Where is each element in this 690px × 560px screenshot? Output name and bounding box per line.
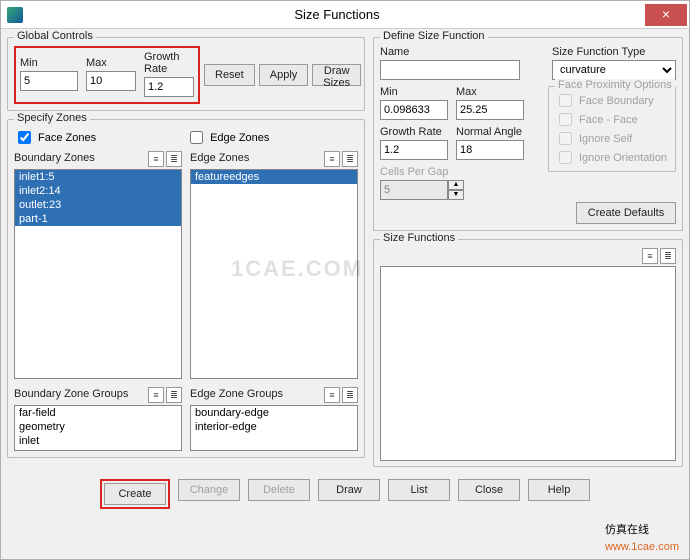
spinner-down-icon: ▼ (448, 190, 464, 200)
spinner-up-icon: ▲ (448, 180, 464, 190)
edge-zones-label: Edge Zones (210, 132, 269, 144)
list-item[interactable]: far-field (15, 406, 181, 420)
watermark-footer: 仿真在线 www.1cae.com (605, 520, 679, 553)
select-all-icon[interactable]: ≡ (148, 151, 164, 167)
edge-zone-groups-label: Edge Zone Groups (190, 388, 283, 400)
body: Global Controls Min Max (1, 29, 689, 473)
apply-button[interactable]: Apply (259, 64, 309, 86)
list-item[interactable]: geometry (15, 420, 181, 434)
edge-zones-list-label: Edge Zones (190, 152, 249, 164)
def-gr-label: Growth Rate (380, 126, 448, 138)
face-proximity-group: Face Proximity Options Face Boundary Fac… (548, 86, 676, 172)
window: Size Functions × Global Controls Min (0, 0, 690, 560)
global-min-label: Min (20, 57, 78, 69)
change-button: Change (178, 479, 240, 501)
help-button[interactable]: Help (528, 479, 590, 501)
global-controls-title: Global Controls (14, 30, 96, 42)
specify-zones-title: Specify Zones (14, 112, 90, 124)
def-max-input[interactable] (456, 100, 524, 120)
titlebar: Size Functions × (1, 1, 689, 29)
list-item[interactable]: inlet2:14 (15, 184, 181, 198)
watermark-cn: 仿真在线 (605, 524, 649, 536)
boundary-zone-groups-label: Boundary Zone Groups (14, 388, 128, 400)
select-all-icon[interactable]: ≡ (642, 248, 658, 264)
reset-button[interactable]: Reset (204, 64, 255, 86)
list-item[interactable]: inlet (15, 434, 181, 448)
fp-face-face: Face - Face (555, 110, 669, 129)
edge-zones-check[interactable] (190, 131, 203, 144)
draw-button[interactable]: Draw (318, 479, 380, 501)
close-footer-button[interactable]: Close (458, 479, 520, 501)
delete-button: Delete (248, 479, 310, 501)
global-controls-group: Global Controls Min Max (7, 37, 365, 111)
normal-angle-input[interactable] (456, 140, 524, 160)
select-all-icon[interactable]: ≡ (324, 151, 340, 167)
def-gr-input[interactable] (380, 140, 448, 160)
global-max-label: Max (86, 57, 136, 69)
deselect-all-icon[interactable]: ≣ (660, 248, 676, 264)
footer: Create Change Delete Draw List Close Hel… (1, 473, 689, 517)
def-max-label: Max (456, 86, 524, 98)
deselect-all-icon[interactable]: ≣ (166, 151, 182, 167)
left-column: Global Controls Min Max (7, 33, 365, 467)
specify-zones-group: Specify Zones Face Zones Edge Zones Bou (7, 119, 365, 458)
face-zones-label: Face Zones (38, 132, 96, 144)
size-functions-list[interactable] (380, 266, 676, 461)
def-min-label: Min (380, 86, 448, 98)
boundary-zones-list[interactable]: inlet1:5 inlet2:14 outlet:23 part-1 (14, 169, 182, 379)
def-min-input[interactable] (380, 100, 448, 120)
face-zones-checkbox[interactable]: Face Zones (14, 128, 96, 147)
fp-ignore-orientation: Ignore Orientation (555, 148, 669, 167)
global-highlight: Min Max Growth Rate (14, 46, 200, 104)
draw-sizes-button[interactable]: Draw Sizes (312, 64, 361, 86)
watermark-url: www.1cae.com (605, 541, 679, 553)
select-all-icon[interactable]: ≡ (324, 387, 340, 403)
sf-type-select[interactable]: curvature (552, 60, 676, 80)
list-button[interactable]: List (388, 479, 450, 501)
normal-angle-label: Normal Angle (456, 126, 524, 138)
list-item[interactable]: part-1 (15, 212, 181, 226)
fp-face-boundary: Face Boundary (555, 91, 669, 110)
face-proximity-title: Face Proximity Options (555, 79, 675, 91)
define-sf-title: Define Size Function (380, 30, 488, 42)
list-item[interactable]: outlet:23 (15, 198, 181, 212)
global-gr-input[interactable] (144, 77, 194, 97)
global-gr-label: Growth Rate (144, 51, 194, 75)
close-button[interactable]: × (645, 4, 687, 26)
name-input[interactable] (380, 60, 520, 80)
right-column: Define Size Function Name Size Function … (373, 33, 683, 467)
deselect-all-icon[interactable]: ≣ (342, 151, 358, 167)
edge-zones-checkbox[interactable]: Edge Zones (186, 128, 269, 147)
create-button[interactable]: Create (104, 483, 166, 505)
list-item[interactable]: boundary-edge (191, 406, 357, 420)
deselect-all-icon[interactable]: ≣ (342, 387, 358, 403)
sf-type-label: Size Function Type (552, 46, 676, 58)
define-sf-group: Define Size Function Name Size Function … (373, 37, 683, 231)
app-icon (7, 7, 23, 23)
size-functions-group: Size Functions ≡ ≣ (373, 239, 683, 467)
list-item[interactable]: inlet1:5 (15, 170, 181, 184)
deselect-all-icon[interactable]: ≣ (166, 387, 182, 403)
boundary-zones-label: Boundary Zones (14, 152, 95, 164)
create-defaults-button[interactable]: Create Defaults (576, 202, 676, 224)
global-max-input[interactable] (86, 71, 136, 91)
select-all-icon[interactable]: ≡ (148, 387, 164, 403)
name-label: Name (380, 46, 542, 58)
window-title: Size Functions (29, 7, 645, 22)
edge-zone-groups-list[interactable]: boundary-edge interior-edge (190, 405, 358, 451)
cells-per-gap-input (380, 180, 448, 200)
global-min-input[interactable] (20, 71, 78, 91)
list-item[interactable]: interior-edge (191, 420, 357, 434)
fp-ignore-self: Ignore Self (555, 129, 669, 148)
list-item[interactable]: featureedges (191, 170, 357, 184)
cells-per-gap-label: Cells Per Gap (380, 166, 536, 178)
face-zones-check[interactable] (18, 131, 31, 144)
edge-zones-list[interactable]: featureedges (190, 169, 358, 379)
size-functions-title: Size Functions (380, 232, 458, 244)
boundary-zone-groups-list[interactable]: far-field geometry inlet (14, 405, 182, 451)
